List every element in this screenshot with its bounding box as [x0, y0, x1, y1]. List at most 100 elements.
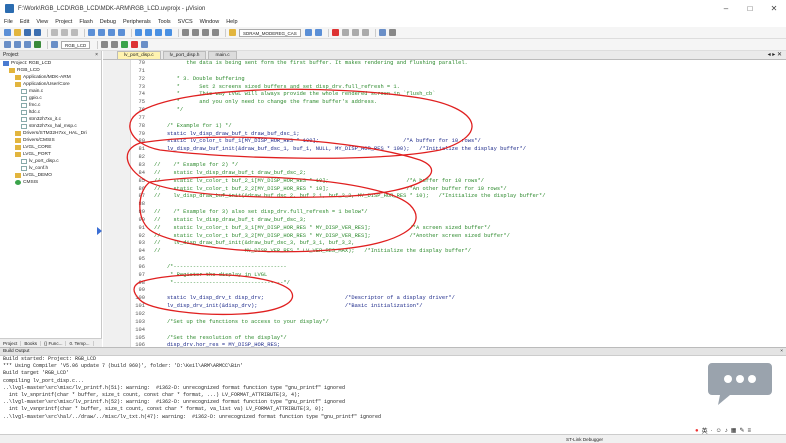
ime-skin-icon[interactable]: ✎: [739, 427, 744, 434]
minimize-button[interactable]: –: [714, 0, 738, 17]
paste-icon[interactable]: [71, 29, 78, 36]
select-software-packs-icon[interactable]: [141, 41, 149, 48]
menu-peripherals[interactable]: Peripherals: [123, 19, 151, 25]
code-line[interactable]: 70 the data is being sent form the first…: [139, 60, 786, 68]
close-panel-icon[interactable]: ×: [95, 51, 98, 60]
code-line[interactable]: 77: [139, 115, 786, 123]
code-line[interactable]: 104: [135, 327, 786, 335]
ime-language-label[interactable]: 英: [702, 426, 708, 435]
target-options-icon[interactable]: [51, 41, 58, 48]
tree-item[interactable]: lv_conf.h: [0, 165, 101, 172]
code-line[interactable]: 88: [139, 201, 786, 209]
menu-flash[interactable]: Flash: [79, 19, 92, 25]
code-line[interactable]: 75 * and you only need to change the fra…: [139, 99, 786, 107]
tree-item[interactable]: Drivers/STM32H7xx_HAL_Dri: [0, 130, 101, 137]
menu-edit[interactable]: Edit: [20, 19, 29, 25]
menu-window[interactable]: Window: [200, 19, 220, 25]
code-line[interactable]: 85 // static lv_color_t buf_2_1[MY_DISP_H…: [139, 178, 786, 186]
manage-components-icon[interactable]: [111, 41, 119, 48]
new-file-icon[interactable]: [4, 29, 11, 36]
code-line[interactable]: 89 // /* Example for 3) also set disp_drv…: [139, 209, 786, 217]
tree-item[interactable]: Application/MDK-ARM: [0, 74, 101, 81]
translate-icon[interactable]: [4, 41, 11, 48]
menu-help[interactable]: Help: [226, 19, 237, 25]
code-area[interactable]: 70 the data is being sent form the first…: [131, 60, 786, 347]
code-line[interactable]: 102: [135, 311, 786, 319]
window-layout-icon[interactable]: [378, 29, 386, 36]
configure-icon[interactable]: [388, 29, 396, 36]
bookmark-icon[interactable]: [135, 29, 142, 36]
ime-menu-icon[interactable]: ≡: [747, 428, 751, 434]
debug-start-icon[interactable]: [331, 29, 339, 36]
code-line[interactable]: 74 * This way LVGL will always provide t…: [139, 91, 786, 99]
ime-emoji-icon[interactable]: ☺: [716, 428, 722, 434]
prev-bookmark-icon[interactable]: [145, 29, 152, 36]
code-line[interactable]: 93 // lv_disp_draw_buf_init(&draw_buf_dsc…: [139, 240, 786, 248]
tree-item[interactable]: LVGL_DEMO: [0, 172, 101, 179]
kill-breakpoints-icon[interactable]: [361, 29, 369, 36]
save-all-icon[interactable]: [34, 29, 41, 36]
find-icon[interactable]: [304, 29, 312, 36]
maximize-button[interactable]: □: [738, 0, 762, 17]
tree-item[interactable]: Application/User/Core: [0, 81, 101, 88]
code-line[interactable]: 76 */: [139, 107, 786, 115]
tab-templates[interactable]: 0. Temp...: [66, 340, 94, 346]
tree-item[interactable]: Drivers/CMSIS: [0, 137, 101, 144]
code-line[interactable]: 82: [139, 154, 786, 162]
download-icon[interactable]: [34, 41, 41, 48]
cut-icon[interactable]: [51, 29, 58, 36]
code-line[interactable]: 90 // static lv_disp_draw_buf_t draw_buf_…: [139, 217, 786, 225]
tree-item[interactable]: LVGL_PORT: [0, 151, 101, 158]
menu-project[interactable]: Project: [55, 19, 72, 25]
code-line[interactable]: 79 static lv_disp_draw_buf_t draw_buf_ds…: [139, 131, 786, 139]
menu-debug[interactable]: Debug: [100, 19, 116, 25]
code-line[interactable]: 86 // static lv_color_t buf_2_2[MY_DISP_H…: [139, 186, 786, 194]
code-line[interactable]: 91 // static lv_color_t buf_3_1[MY_DISP_H…: [139, 225, 786, 233]
nav-back-icon[interactable]: [108, 29, 115, 36]
menu-file[interactable]: File: [4, 19, 13, 25]
breakpoint-icon[interactable]: [341, 29, 349, 36]
rebuild-icon[interactable]: [24, 41, 31, 48]
pack-installer-icon[interactable]: [121, 41, 129, 48]
redo-icon[interactable]: [98, 29, 105, 36]
code-line[interactable]: 97 * Register the display in LVGL: [139, 272, 786, 280]
tree-item[interactable]: LVGL_CORE: [0, 144, 101, 151]
code-line[interactable]: 92 // static lv_color_t buf_3_2[MY_DISP_H…: [139, 233, 786, 241]
tab-lv-port-disp-h[interactable]: lv_port_disp.h: [162, 51, 207, 59]
indent-icon[interactable]: [182, 29, 189, 36]
code-line[interactable]: 94 // MY_DISP_VER_RES * LV_VER_RES_MAX); …: [139, 248, 786, 256]
tree-item[interactable]: fmc.c: [0, 102, 101, 109]
code-line[interactable]: 72 * 3. Double buffering: [139, 76, 786, 84]
tab-lv-port-disp-c[interactable]: lv_port_disp.c: [117, 51, 161, 59]
ime-punctuation-icon[interactable]: ·: [711, 428, 713, 434]
copy-icon[interactable]: [61, 29, 68, 36]
tree-item[interactable]: main.c: [0, 88, 101, 95]
target-select[interactable]: RGB_LCD: [61, 40, 91, 49]
ime-logo-icon[interactable]: ●: [695, 428, 699, 434]
tab-project[interactable]: Project: [0, 340, 22, 346]
code-line[interactable]: 96 /*-----------------------------------: [139, 264, 786, 272]
code-line[interactable]: 95: [139, 256, 786, 264]
menu-tools[interactable]: Tools: [158, 19, 171, 25]
code-line[interactable]: 84 // static lv_disp_draw_buf_t draw_buf_…: [139, 170, 786, 178]
tab-books[interactable]: Books: [21, 340, 42, 346]
tree-item[interactable]: stm32h7xx_hal_msp.c: [0, 123, 101, 130]
incremental-find-icon[interactable]: [314, 29, 322, 36]
code-line[interactable]: 103 /*Set up the functions to access to …: [135, 319, 786, 327]
tree-item[interactable]: RGB_LCD: [0, 67, 101, 74]
tree-item[interactable]: lv_port_disp.c: [0, 158, 101, 165]
close-build-output-icon[interactable]: ×: [780, 348, 783, 356]
code-line[interactable]: 99: [139, 287, 786, 295]
code-line[interactable]: 71: [139, 68, 786, 76]
menu-svcs[interactable]: SVCS: [178, 19, 193, 25]
code-line[interactable]: 80 static lv_color_t buf_1[MY_DISP_HOR_R…: [139, 138, 786, 146]
run-time-env-icon[interactable]: [131, 41, 139, 48]
tree-item[interactable]: Project: RGB_LCD: [0, 60, 101, 67]
ime-keyboard-icon[interactable]: ▦: [731, 427, 737, 434]
comment-icon[interactable]: [202, 29, 209, 36]
code-line[interactable]: 98 *----------------------------------*/: [139, 280, 786, 288]
ime-voice-icon[interactable]: ♪: [725, 428, 728, 434]
menu-view[interactable]: View: [36, 19, 48, 25]
build-icon[interactable]: [14, 41, 21, 48]
tree-item[interactable]: CMSIS: [0, 179, 101, 186]
